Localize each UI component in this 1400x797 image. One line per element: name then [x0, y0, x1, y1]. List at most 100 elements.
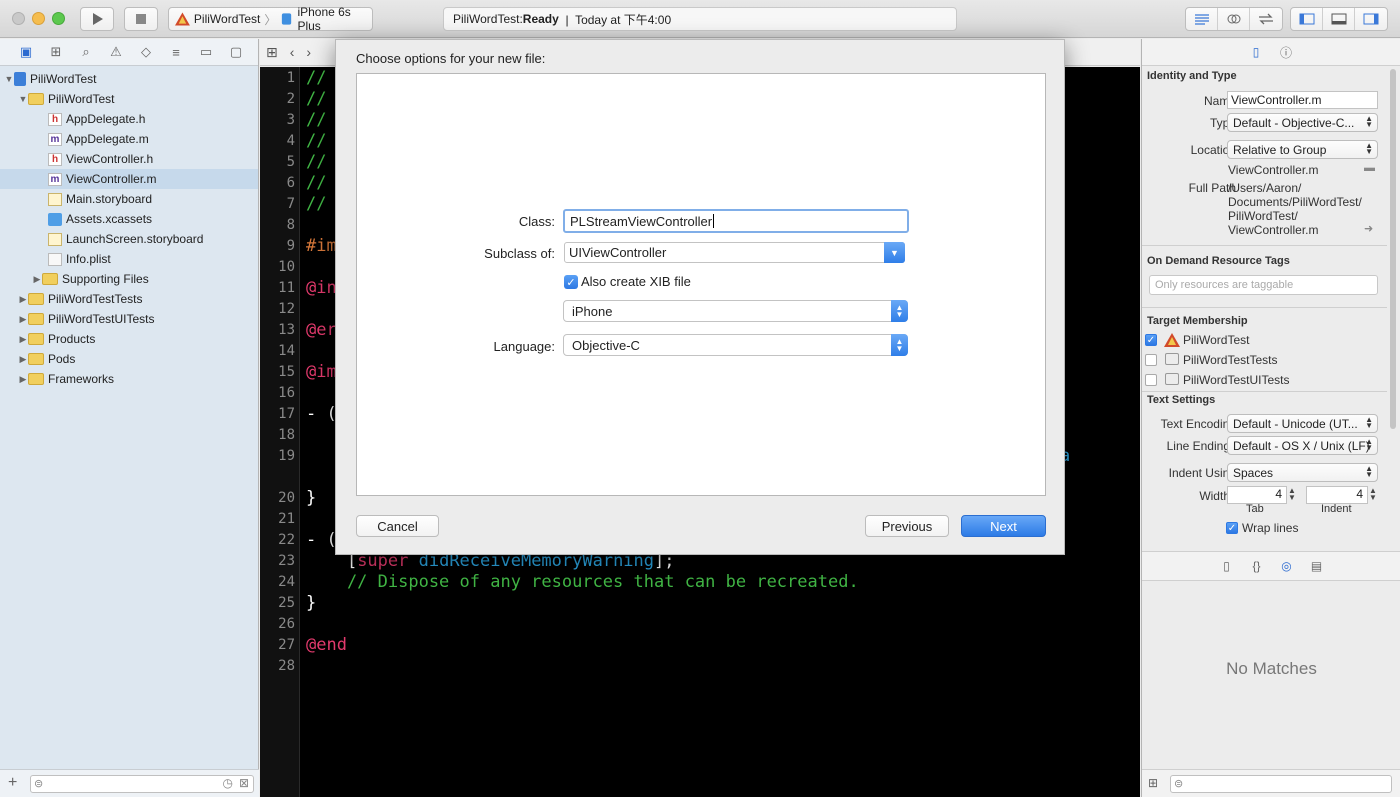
folder-icon[interactable]: ▣	[16, 44, 36, 60]
toggle-navigator-icon[interactable]	[1291, 8, 1323, 30]
version-editor-icon[interactable]	[1250, 8, 1282, 30]
stop-button[interactable]	[124, 7, 158, 31]
assistant-editor-icon[interactable]	[1218, 8, 1250, 30]
indent-width-field[interactable]: 4	[1306, 486, 1368, 504]
line-number: 10	[278, 259, 295, 275]
tree-item-file[interactable]: Main.storyboard	[0, 189, 258, 209]
tree-item-group[interactable]: ▶ PiliWordTestUITests	[0, 309, 258, 329]
back-arrow-icon[interactable]: ‹	[290, 44, 295, 60]
standard-editor-icon[interactable]	[1186, 8, 1218, 30]
file-inspector-icon[interactable]: ▯	[1248, 44, 1264, 60]
disclosure-open-icon[interactable]: ▼	[4, 74, 14, 84]
tree-item-file[interactable]: LaunchScreen.storyboard	[0, 229, 258, 249]
tree-item-project[interactable]: ▼ PiliWordTest	[0, 69, 258, 89]
target-checkbox[interactable]	[1145, 374, 1157, 386]
close-window-button[interactable]	[12, 12, 25, 25]
target-checkbox[interactable]: ✓	[1145, 334, 1157, 346]
tree-item-group[interactable]: ▶ Products	[0, 329, 258, 349]
encoding-popup[interactable]: Default - Unicode (UT... ▲ ▼	[1227, 414, 1378, 433]
updown-arrows-icon[interactable]: ▲ ▼	[891, 334, 908, 356]
reveal-folder-icon[interactable]: ▬	[1364, 162, 1375, 174]
subclass-combo[interactable]: UIViewController ▼	[564, 242, 905, 263]
test-bundle-icon	[1165, 353, 1179, 365]
navigator-filter-field[interactable]: ⊜ ◷ ⊠	[30, 775, 254, 793]
minimize-window-button[interactable]	[32, 12, 45, 25]
stepper-icon[interactable]: ▲ ▼	[1288, 487, 1296, 502]
create-xib-checkbox[interactable]: ✓	[564, 275, 578, 289]
location-popup[interactable]: Relative to Group ▲ ▼	[1227, 140, 1378, 159]
tree-item-group[interactable]: ▶ Frameworks	[0, 369, 258, 389]
disclosure-closed-icon[interactable]: ▶	[18, 354, 28, 365]
text-cursor	[713, 214, 715, 228]
reveal-arrow-icon[interactable]: ➜	[1364, 222, 1373, 235]
scheme-selector[interactable]: PiliWordTest 〉 iPhone 6s Plus	[168, 5, 373, 33]
tree-item-file[interactable]: h ViewController.h	[0, 149, 258, 169]
toggle-utilities-icon[interactable]	[1355, 8, 1387, 30]
next-button[interactable]: Next	[961, 515, 1046, 537]
report-icon[interactable]: ▢	[226, 44, 246, 60]
disclosure-closed-icon[interactable]: ▶	[18, 294, 28, 305]
warning-icon[interactable]: ⚠	[106, 44, 126, 60]
toggle-debug-area-icon[interactable]	[1323, 8, 1355, 30]
implementation-file-icon: m	[48, 132, 62, 146]
disclosure-open-icon[interactable]: ▼	[18, 94, 28, 104]
zoom-window-button[interactable]	[52, 12, 65, 25]
forward-arrow-icon[interactable]: ›	[306, 44, 311, 60]
object-library-icon[interactable]: ◎	[1279, 558, 1295, 574]
library-filter-field[interactable]: ⊜	[1170, 775, 1392, 793]
related-items-icon[interactable]: ⊞	[266, 44, 278, 61]
tree-item-file[interactable]: h AppDelegate.h	[0, 109, 258, 129]
wrap-lines-checkbox[interactable]: ✓	[1226, 522, 1238, 534]
add-icon[interactable]: +	[8, 774, 17, 792]
grid-view-icon[interactable]: ⊞	[1148, 776, 1158, 790]
search-icon[interactable]: ⌕	[76, 44, 96, 60]
breakpoint-icon[interactable]: ▭	[196, 44, 216, 60]
tree-item-file[interactable]: Assets.xcassets	[0, 209, 258, 229]
line-endings-label: Line Endings	[1166, 439, 1236, 453]
tree-item-label: Assets.xcassets	[66, 212, 153, 226]
class-name-field[interactable]: PLStreamViewController	[563, 209, 909, 233]
app-target-icon	[1164, 333, 1180, 347]
updown-arrows-icon[interactable]: ▲ ▼	[891, 300, 908, 322]
updown-arrows-icon: ▲ ▼	[1365, 141, 1373, 156]
tree-item-group[interactable]: ▼ PiliWordTest	[0, 89, 258, 109]
tree-item-file[interactable]: Info.plist	[0, 249, 258, 269]
type-popup[interactable]: Default - Objective-C... ▲ ▼	[1227, 113, 1378, 132]
symbol-navigator-icon[interactable]: ⊞	[46, 44, 66, 60]
language-popup[interactable]: Objective-C ▲ ▼	[563, 334, 908, 356]
activity-time: | Today at 下午4:00	[558, 12, 672, 27]
test-navigator-icon[interactable]: ◇	[136, 44, 156, 60]
tree-item-group[interactable]: ▶ Pods	[0, 349, 258, 369]
quick-help-icon[interactable]: ⓘ	[1278, 44, 1294, 60]
chevron-down-icon[interactable]: ▼	[884, 242, 905, 263]
full-path-line: ViewController.m	[1228, 223, 1319, 237]
device-family-popup[interactable]: iPhone ▲ ▼	[563, 300, 908, 322]
stop-icon	[136, 14, 146, 24]
disclosure-closed-icon[interactable]: ▶	[18, 374, 28, 385]
inspector-scrollbar[interactable]	[1390, 69, 1396, 429]
target-checkbox[interactable]	[1145, 354, 1157, 366]
tree-item-file[interactable]: m AppDelegate.m	[0, 129, 258, 149]
stepper-icon[interactable]: ▲ ▼	[1369, 487, 1377, 502]
name-field[interactable]: ViewController.m	[1227, 91, 1378, 109]
cancel-button[interactable]: Cancel	[356, 515, 439, 537]
code-snippet-icon[interactable]: {}	[1249, 558, 1265, 574]
line-endings-popup[interactable]: Default - OS X / Unix (LF) ▲ ▼	[1227, 436, 1378, 455]
media-library-icon[interactable]: ▤	[1309, 558, 1325, 574]
run-button[interactable]	[80, 7, 114, 31]
new-file-options-sheet: Choose options for your new file: Class:…	[335, 39, 1065, 555]
disclosure-closed-icon[interactable]: ▶	[18, 334, 28, 345]
disclosure-closed-icon[interactable]: ▶	[32, 274, 42, 285]
scm-filter-icon[interactable]: ⊠	[239, 776, 249, 790]
tree-item-group[interactable]: ▶ Supporting Files	[0, 269, 258, 289]
tree-item-group[interactable]: ▶ PiliWordTestTests	[0, 289, 258, 309]
odr-tags-field[interactable]: Only resources are taggable	[1149, 275, 1378, 295]
debug-navigator-icon[interactable]: ≡	[166, 44, 186, 60]
previous-button[interactable]: Previous	[865, 515, 949, 537]
disclosure-closed-icon[interactable]: ▶	[18, 314, 28, 325]
tab-width-field[interactable]: 4	[1227, 486, 1287, 504]
tree-item-file-selected[interactable]: m ViewController.m	[0, 169, 258, 189]
file-template-icon[interactable]: ▯	[1219, 558, 1235, 574]
indent-using-popup[interactable]: Spaces ▲ ▼	[1227, 463, 1378, 482]
recent-files-icon[interactable]: ◷	[223, 776, 233, 790]
